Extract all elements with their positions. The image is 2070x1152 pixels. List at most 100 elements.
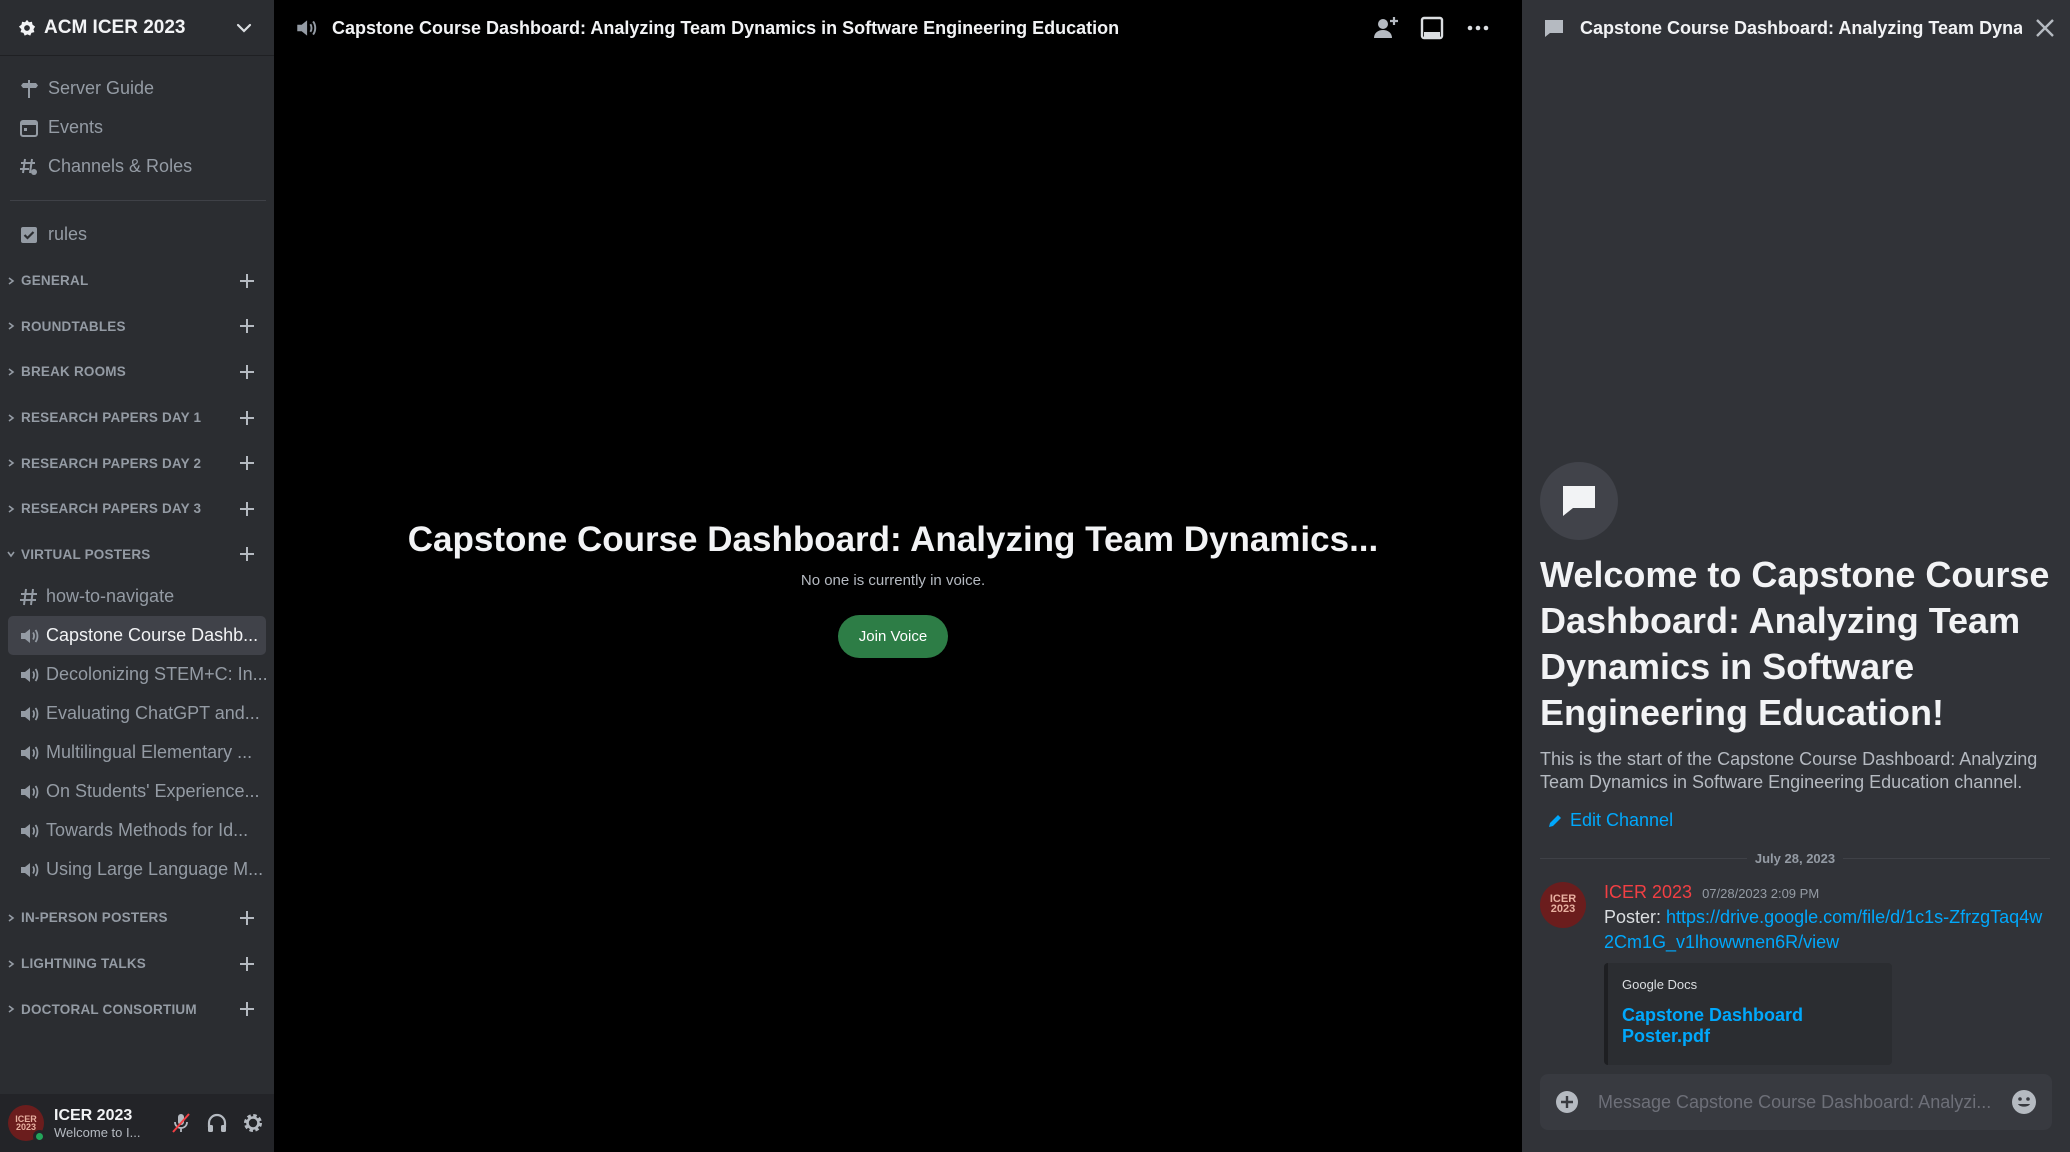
avatar[interactable]: ICER 2023 (1540, 882, 1586, 928)
link-embed: Google Docs Capstone Dashboard Poster.pd… (1604, 963, 1892, 1065)
divider-line (1843, 857, 2051, 859)
voice-status-text: No one is currently in voice. (800, 572, 986, 589)
channel-title: Capstone Course Dashboard: Analyzing Tea… (332, 17, 1120, 38)
channel-decolonizing-stem[interactable]: Decolonizing STEM+C: In... (8, 655, 266, 694)
category-research-papers-day-3[interactable]: RESEARCH PAPERS DAY 3 (0, 486, 274, 532)
voice-empty-state: Capstone Course Dashboard: Analyzing Tea… (274, 520, 1512, 658)
speaker-icon (21, 628, 39, 643)
create-channel-plus-icon[interactable] (238, 500, 256, 518)
category-research-papers-day-1[interactable]: RESEARCH PAPERS DAY 1 (0, 395, 274, 441)
category-virtual-posters[interactable]: VIRTUAL POSTERS (0, 532, 274, 578)
join-voice-button[interactable]: Join Voice (838, 615, 948, 658)
speaker-icon (21, 745, 39, 760)
chevron-right-icon (8, 1005, 15, 1013)
rules-channel[interactable]: rules (0, 215, 274, 254)
category-research-papers-day-2[interactable]: RESEARCH PAPERS DAY 2 (0, 440, 274, 486)
channels-roles-label: Channels & Roles (48, 156, 193, 176)
create-channel-plus-icon[interactable] (238, 363, 256, 381)
emoji-icon[interactable] (2010, 1088, 2038, 1116)
create-channel-plus-icon[interactable] (238, 454, 256, 472)
message-input[interactable]: Message Capstone Course Dashboard: Analy… (1598, 1092, 1996, 1113)
embed-title-link[interactable]: Capstone Dashboard Poster.pdf (1622, 1005, 1878, 1047)
chat-header: Capstone Course Dashboard: Analyzing Tea… (1522, 0, 2070, 56)
user-panel: ICER 2023 ICER 2023 Welcome to I... (0, 1094, 274, 1152)
welcome-description: This is the start of the Capstone Course… (1540, 749, 2038, 792)
avatar-text: ICER 2023 (1549, 893, 1577, 915)
server-guide-item[interactable]: Server Guide (0, 69, 274, 108)
category-roundtables[interactable]: ROUNDTABLES (0, 304, 274, 350)
channel-how-to-navigate[interactable]: how-to-navigate (8, 577, 266, 616)
category-in-person-posters[interactable]: IN-PERSON POSTERS (0, 895, 274, 941)
create-channel-plus-icon[interactable] (238, 1000, 256, 1018)
embed-provider: Google Docs (1622, 977, 1698, 992)
calendar-icon (20, 119, 38, 137)
chat-bubble-icon (1563, 486, 1595, 516)
chat-message: ICER 2023 ICER 2023 07/28/2023 2:09 PM P… (1540, 882, 2050, 1065)
message-timestamp: 07/28/2023 2:09 PM (1702, 886, 1820, 901)
category-label: BREAK ROOMS (21, 364, 126, 380)
message-composer: Message Capstone Course Dashboard: Analy… (1540, 1074, 2052, 1130)
edit-channel-link[interactable]: Edit Channel (1546, 810, 2050, 831)
voice-channel-title: Capstone Course Dashboard: Analyzing Tea… (407, 520, 1379, 559)
online-status-icon (33, 1130, 46, 1143)
create-channel-plus-icon[interactable] (238, 272, 256, 290)
speaker-icon (21, 862, 39, 877)
category-general[interactable]: GENERAL (0, 258, 274, 304)
category-label: RESEARCH PAPERS DAY 3 (21, 501, 202, 517)
events-label: Events (48, 117, 104, 137)
create-channel-plus-icon[interactable] (238, 909, 256, 927)
channel-on-students-experience[interactable]: On Students' Experience... (8, 772, 266, 811)
close-icon[interactable] (2030, 13, 2060, 43)
category-label: ROUNDTABLES (21, 318, 126, 334)
toggle-chat-icon[interactable] (1418, 14, 1446, 42)
channel-label: Evaluating ChatGPT and... (46, 703, 260, 724)
edit-channel-label: Edit Channel (1570, 810, 1674, 830)
welcome-title: Welcome to Capstone Course Dashboard: An… (1540, 554, 2050, 733)
rules-label: rules (48, 224, 88, 244)
channel-label: Towards Methods for Id... (46, 820, 249, 841)
speaker-icon (297, 20, 317, 36)
create-channel-plus-icon[interactable] (238, 955, 256, 973)
user-info[interactable]: ICER 2023 Welcome to I... (54, 1107, 158, 1140)
main-header: Capstone Course Dashboard: Analyzing Tea… (274, 0, 1512, 56)
create-channel-plus-icon[interactable] (238, 409, 256, 427)
headphones-icon[interactable] (204, 1110, 230, 1136)
channel-towards-methods[interactable]: Towards Methods for Id... (8, 811, 266, 850)
channel-multilingual-elementary[interactable]: Multilingual Elementary ... (8, 733, 266, 772)
guide-label: Server Guide (48, 78, 155, 98)
channel-using-large-language[interactable]: Using Large Language M... (8, 850, 266, 889)
category-label: RESEARCH PAPERS DAY 2 (21, 455, 202, 471)
more-options-icon[interactable] (1464, 14, 1492, 42)
hashtag-icon (20, 588, 37, 605)
channels-roles-item[interactable]: Channels & Roles (0, 147, 274, 186)
create-channel-plus-icon[interactable] (238, 545, 256, 563)
chevron-down-icon[interactable] (234, 18, 254, 38)
chevron-right-icon (8, 413, 15, 422)
add-attachment-icon[interactable] (1554, 1089, 1580, 1115)
channel-label: Using Large Language M... (46, 859, 264, 880)
voice-channel-main: Capstone Course Dashboard: Analyzing Tea… (274, 0, 1512, 1152)
chat-title: Capstone Course Dashboard: Analyzing Tea… (1580, 17, 2022, 38)
microphone-muted-icon[interactable] (168, 1110, 194, 1136)
category-lightning-talks[interactable]: LIGHTNING TALKS (0, 941, 274, 987)
channel-welcome: Welcome to Capstone Course Dashboard: An… (1540, 462, 2050, 831)
message-author[interactable]: ICER 2023 (1604, 882, 1692, 903)
sidebar-divider (10, 200, 266, 201)
channel-label: Multilingual Elementary ... (46, 742, 253, 763)
category-doctoral-consortium[interactable]: DOCTORAL CONSORTIUM (0, 986, 274, 1032)
message-link[interactable]: https://drive.google.com/file/d/1c1s-Zfr… (1604, 907, 2042, 952)
message-body: ICER 2023 07/28/2023 2:09 PM Poster: htt… (1604, 882, 2050, 1065)
server-header[interactable]: ACM ICER 2023 (0, 0, 274, 56)
welcome-badge (1540, 462, 1618, 540)
avatar[interactable]: ICER 2023 (8, 1105, 46, 1143)
channel-evaluating-chatgpt[interactable]: Evaluating ChatGPT and... (8, 694, 266, 733)
events-item[interactable]: Events (0, 108, 274, 147)
create-channel-plus-icon[interactable] (238, 317, 256, 335)
gear-icon[interactable] (240, 1110, 266, 1136)
channel-capstone-course-dashboard[interactable]: Capstone Course Dashb... (8, 616, 266, 656)
category-break-rooms[interactable]: BREAK ROOMS (0, 349, 274, 395)
chevron-right-icon (8, 277, 15, 285)
chevron-right-icon (8, 914, 15, 922)
invite-user-icon[interactable] (1372, 14, 1400, 42)
avatar-text: ICER 2023 (15, 1113, 37, 1132)
